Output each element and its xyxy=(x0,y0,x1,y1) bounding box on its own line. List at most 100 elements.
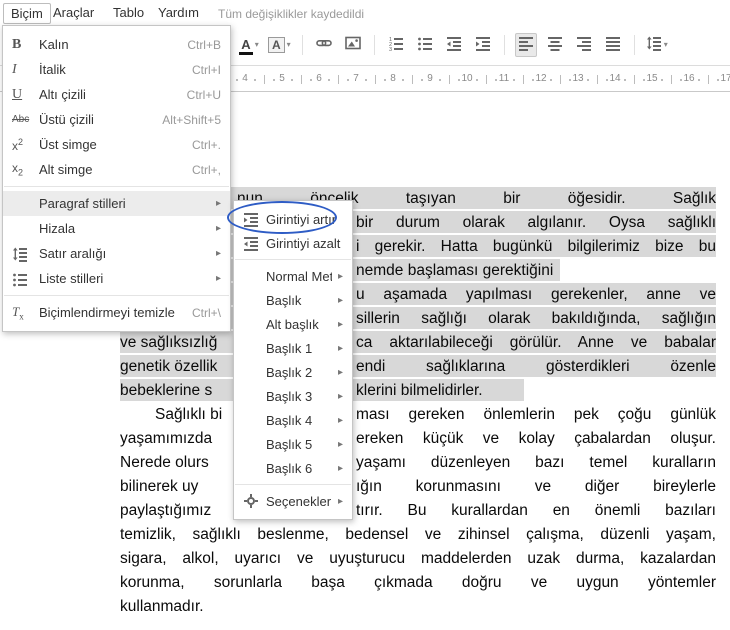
document-text-line: ığın korunmasını ve diğer bireylerle xyxy=(356,478,716,495)
highlight-color-button[interactable]: A ▾ xyxy=(267,33,292,57)
align-justify-button[interactable] xyxy=(602,33,624,57)
ruler-number: 12 xyxy=(535,73,547,84)
ruler-tick xyxy=(457,79,460,81)
styles-submenu-item-heading-6[interactable]: Başlık 6 ▸ xyxy=(234,456,352,480)
format-menu-item-underline[interactable]: U Altı çizili Ctrl+U xyxy=(3,82,230,107)
document-text-line: ereken küçük ve kolay çabalardan oluşur. xyxy=(356,430,716,447)
format-menu-item-italic[interactable]: I İtalik Ctrl+I xyxy=(3,57,230,82)
menu-item-label: Başlık 2 xyxy=(266,364,313,380)
decrease-indent-button[interactable] xyxy=(443,33,465,57)
ruler-tick xyxy=(439,79,442,81)
format-menu-item-paragraph-styles[interactable]: Paragraf stilleri ▸ xyxy=(3,191,230,216)
align-center-button[interactable] xyxy=(544,33,566,57)
document-text-line: korunma, sorunlarla başa çıkmada doğru v… xyxy=(120,574,716,591)
ruler-tick xyxy=(513,79,516,81)
menubar-item-table[interactable]: Tablo xyxy=(106,3,151,22)
menu-item-label: Seçenekler xyxy=(266,493,332,509)
ruler-tick xyxy=(254,79,257,81)
submenu-arrow-icon: ▸ xyxy=(215,248,221,259)
bold-icon: B xyxy=(12,36,22,52)
styles-submenu-item-title[interactable]: Başlık ▸ xyxy=(234,288,352,312)
menu-item-label: Başlık 3 xyxy=(266,388,313,404)
submenu-arrow-icon: ▸ xyxy=(337,438,343,450)
insert-link-icon xyxy=(315,35,332,56)
shortcut-label: Ctrl+, xyxy=(191,162,221,177)
align-left-icon xyxy=(518,35,534,56)
ruler-tick xyxy=(402,79,405,81)
format-menu-item-list-styles[interactable]: Liste stilleri ▸ xyxy=(3,266,230,291)
ruler-number: 4 xyxy=(242,73,248,84)
save-status: Tüm değişiklikler kaydedildi xyxy=(218,7,365,21)
ruler-tick xyxy=(309,79,312,81)
ruler-tick xyxy=(522,75,524,84)
menubar-item-tools[interactable]: Araçlar xyxy=(46,3,101,22)
ruler-number: 16 xyxy=(683,73,695,84)
styles-submenu-item-options[interactable]: Seçenekler ▸ xyxy=(234,489,352,513)
menu-item-label: Başlık xyxy=(266,292,302,308)
align-left-button[interactable] xyxy=(514,33,537,57)
menu-item-label: Başlık 5 xyxy=(266,436,313,452)
ruler-tick xyxy=(383,79,386,81)
submenu-arrow-icon: ▸ xyxy=(337,294,343,306)
underline-icon: U xyxy=(12,86,23,102)
line-spacing-button[interactable]: ▾ xyxy=(645,33,669,57)
ruler-tick xyxy=(291,79,294,81)
ruler-tick xyxy=(300,75,302,84)
ruler-tick xyxy=(365,79,368,81)
document-text-line: sillerin sağlığı olarak bakıldığında, sa… xyxy=(356,310,716,327)
ruler-number: 13 xyxy=(572,73,584,84)
document-text-line: bir durum olarak algılanır. Oysa sağlıkl… xyxy=(356,214,716,231)
document-text-line: tırır. Bu kurallardan en önemli bazıları xyxy=(356,502,716,519)
ruler-number: 6 xyxy=(316,73,322,84)
styles-submenu-item-heading-1[interactable]: Başlık 1 ▸ xyxy=(234,336,352,360)
align-center-icon xyxy=(547,35,563,56)
list-styles-icon xyxy=(12,271,39,287)
styles-submenu-item-heading-2[interactable]: Başlık 2 ▸ xyxy=(234,360,352,384)
document-text-line: sigara, alkol, uyarıcı ve uyuşturucu mad… xyxy=(120,550,716,567)
line-spacing-icon xyxy=(646,35,662,56)
insert-image-button[interactable] xyxy=(342,33,364,57)
ruler-tick xyxy=(624,79,627,81)
format-menu-item-superscript[interactable]: x2 Üst simge Ctrl+. xyxy=(3,132,230,157)
styles-submenu-item-heading-4[interactable]: Başlık 4 ▸ xyxy=(234,408,352,432)
menu-item-label: Paragraf stilleri xyxy=(39,196,126,211)
ruler-tick xyxy=(448,75,450,84)
submenu-arrow-icon: ▸ xyxy=(215,273,221,284)
styles-submenu-item-heading-5[interactable]: Başlık 5 ▸ xyxy=(234,432,352,456)
highlight-color-icon: A xyxy=(268,36,285,54)
numbered-list-button[interactable]: 123 xyxy=(385,33,407,57)
styles-submenu-item-normal-text[interactable]: Normal Metin ▸ xyxy=(234,264,352,288)
styles-submenu-item-decrease-indent[interactable]: Girintiyi azalt xyxy=(234,231,352,255)
subscript-icon: x2 xyxy=(12,161,24,178)
styles-submenu-item-subtitle[interactable]: Alt başlık ▸ xyxy=(234,312,352,336)
styles-submenu-item-heading-3[interactable]: Başlık 3 ▸ xyxy=(234,384,352,408)
ruler-tick xyxy=(531,79,534,81)
format-menu-item-line-spacing[interactable]: Satır aralığı ▸ xyxy=(3,241,230,266)
increase-indent-button[interactable] xyxy=(472,33,494,57)
bulleted-list-button[interactable] xyxy=(414,33,436,57)
menu-separator xyxy=(4,186,229,187)
format-menu-item-align[interactable]: Hizala ▸ xyxy=(3,216,230,241)
menubar-item-help[interactable]: Yardım xyxy=(151,3,206,22)
menu-item-label: Alt simge xyxy=(39,162,93,177)
document-text-line: kullanmadır. xyxy=(120,598,204,615)
document-text-line: Nerede olurs xyxy=(120,454,209,471)
format-menu-item-bold[interactable]: B Kalın Ctrl+B xyxy=(3,32,230,57)
shortcut-label: Alt+Shift+5 xyxy=(162,112,221,127)
document-text-line: Sağlıklı bi xyxy=(155,406,223,423)
document-text-line: bilinerek uy xyxy=(120,478,199,495)
format-menu-item-strikethrough[interactable]: Abc Üstü çizili Alt+Shift+5 xyxy=(3,107,230,132)
text-color-button[interactable]: A ▾ xyxy=(238,33,260,57)
align-right-button[interactable] xyxy=(573,33,595,57)
document-text-line: genetik özellik xyxy=(120,358,218,375)
menu-item-label: Üst simge xyxy=(39,137,97,152)
ruler-number: 14 xyxy=(609,73,621,84)
insert-link-button[interactable] xyxy=(313,33,335,57)
format-menu-item-subscript[interactable]: x2 Alt simge Ctrl+, xyxy=(3,157,230,182)
menubar-item-format[interactable]: Biçim xyxy=(3,3,51,24)
document-text-line: u aşamada yapılması gerekenler, anne ve xyxy=(356,286,716,303)
submenu-arrow-icon: ▸ xyxy=(337,390,343,402)
align-right-icon xyxy=(576,35,592,56)
format-menu-item-clear-formatting[interactable]: Tx Biçimlendirmeyi temizle Ctrl+\ xyxy=(3,300,230,325)
strikethrough-icon: Abc xyxy=(12,114,30,125)
